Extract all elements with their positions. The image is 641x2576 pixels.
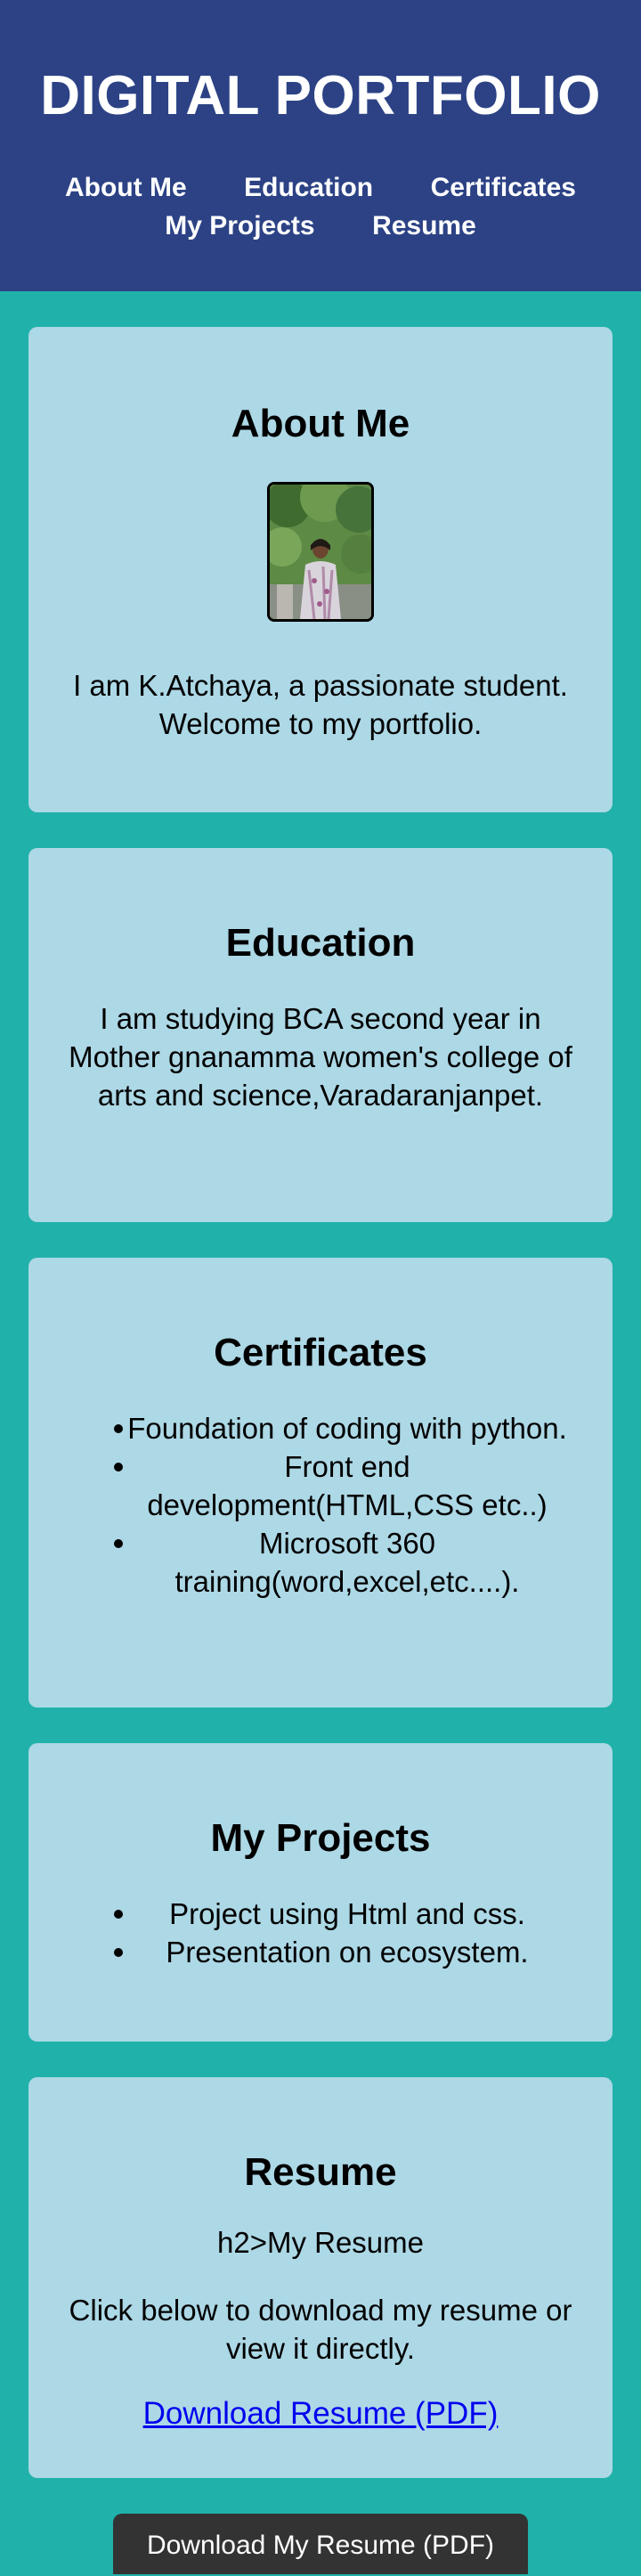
nav-link-projects[interactable]: My Projects bbox=[165, 209, 314, 243]
certificate-item: Front end development(HTML,CSS etc..) bbox=[68, 1447, 573, 1524]
resume-heading: Resume bbox=[244, 2150, 397, 2194]
about-heading: About Me bbox=[231, 402, 410, 445]
resume-description: Click below to download my resume or vie… bbox=[69, 2294, 572, 2365]
nav-link-about[interactable]: About Me bbox=[65, 171, 187, 205]
project-item: Presentation on ecosystem. bbox=[68, 1933, 573, 1971]
project-item: Project using Html and css. bbox=[68, 1895, 573, 1933]
projects-list: Project using Html and css. Presentation… bbox=[68, 1895, 573, 1971]
page-title: DIGITAL PORTFOLIO bbox=[40, 65, 601, 126]
main-content: About Me I am K.Atchaya, a passionate st… bbox=[0, 291, 641, 2574]
profile-photo-image bbox=[270, 485, 371, 619]
download-resume-link[interactable]: Download Resume (PDF) bbox=[143, 2394, 499, 2433]
projects-section: My Projects Project using Html and css. … bbox=[28, 1743, 613, 2042]
certificate-item: Microsoft 360 training(word,excel,etc...… bbox=[68, 1524, 573, 1601]
nav-link-certificates[interactable]: Certificates bbox=[431, 171, 576, 205]
profile-photo bbox=[267, 482, 374, 622]
projects-heading: My Projects bbox=[210, 1816, 431, 1860]
resume-subheading: h2>My Resume bbox=[216, 2226, 424, 2259]
download-resume-button[interactable]: Download My Resume (PDF) bbox=[113, 2514, 528, 2574]
certificates-list: Foundation of coding with python. Front … bbox=[68, 1409, 573, 1601]
about-text: I am K.Atchaya, a passionate student. We… bbox=[73, 669, 568, 740]
education-text: I am studying BCA second year in Mother … bbox=[69, 1002, 572, 1112]
education-heading: Education bbox=[225, 921, 416, 965]
site-header: DIGITAL PORTFOLIO About Me Education Cer… bbox=[0, 0, 641, 291]
education-section: Education I am studying BCA second year … bbox=[28, 848, 613, 1222]
about-section: About Me I am K.Atchaya, a passionate st… bbox=[28, 327, 613, 812]
nav-link-education[interactable]: Education bbox=[244, 171, 373, 205]
certificates-heading: Certificates bbox=[214, 1331, 427, 1374]
main-nav: About Me Education Certificates My Proje… bbox=[27, 171, 614, 248]
certificate-item: Foundation of coding with python. bbox=[68, 1409, 573, 1447]
resume-section: Resume h2>My Resume Click below to downl… bbox=[28, 2077, 613, 2478]
certificates-section: Certificates Foundation of coding with p… bbox=[28, 1258, 613, 1708]
nav-link-resume[interactable]: Resume bbox=[372, 209, 476, 243]
